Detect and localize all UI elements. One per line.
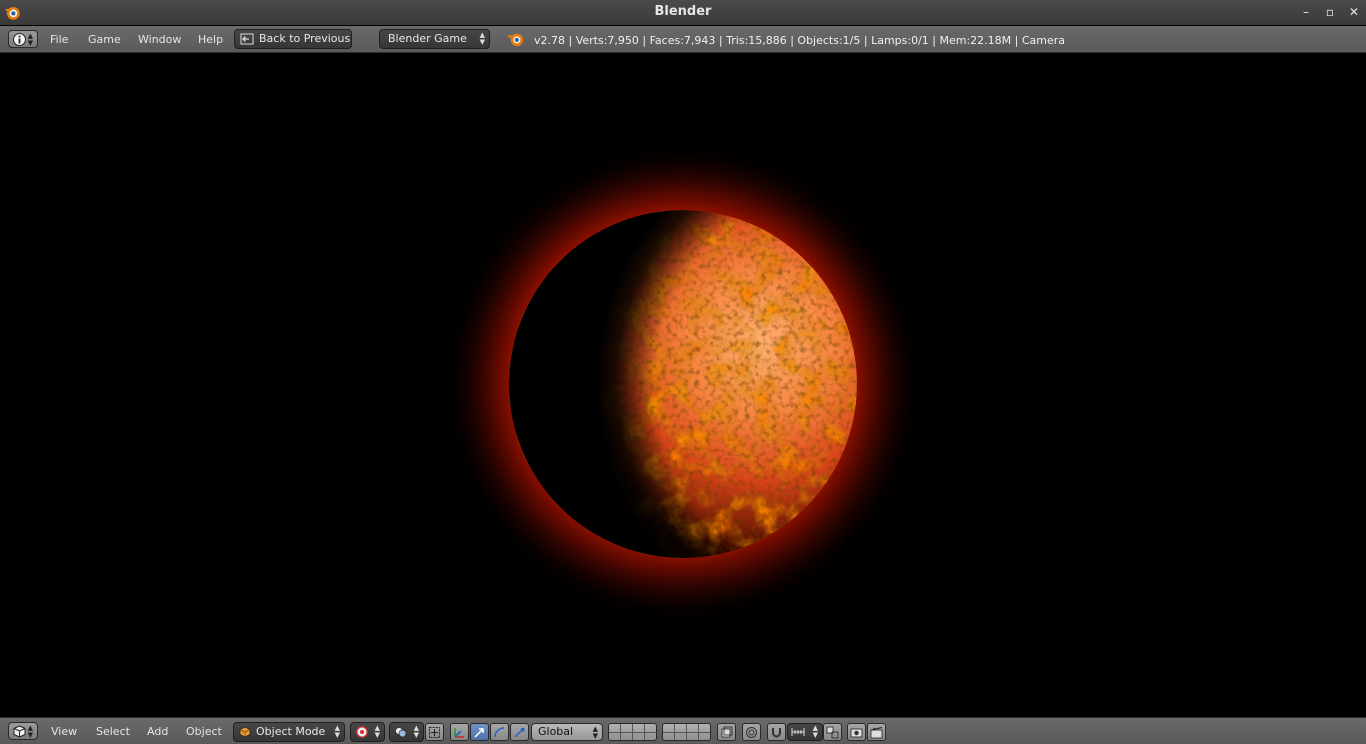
snap-target-button[interactable] <box>823 723 842 741</box>
layer-buttons-group-2[interactable] <box>662 723 711 741</box>
pivot-point-select[interactable]: ▲ ▼ <box>389 722 424 742</box>
updown-arrows-icon: ▲ ▼ <box>592 725 598 740</box>
translate-arrow-icon <box>474 728 484 738</box>
back-to-previous-button[interactable]: Back to Previous <box>234 29 352 49</box>
render-image-button[interactable] <box>847 723 866 741</box>
snap-element-select[interactable]: ▲ ▼ <box>787 723 823 741</box>
menu-add[interactable]: Add <box>147 725 168 738</box>
scale-icon <box>514 728 525 738</box>
updown-arrows-icon: ▲ ▼ <box>374 724 380 739</box>
rotate-manipulator-button[interactable] <box>470 723 489 741</box>
updown-arrows-icon: ▲ ▼ <box>812 724 818 739</box>
blender-logo-icon <box>508 33 524 47</box>
engine-select[interactable]: Blender Game ▲ ▼ <box>379 29 490 49</box>
mode-select[interactable]: Object Mode ▲ ▼ <box>233 722 345 742</box>
axis-arrows-icon <box>454 728 464 738</box>
updown-arrows-icon: ▲ ▼ <box>27 724 33 739</box>
menu-select[interactable]: Select <box>96 725 130 738</box>
menu-view[interactable]: View <box>51 725 77 738</box>
menu-object[interactable]: Object <box>186 725 222 738</box>
viewport-shading-select[interactable]: ▲ ▼ <box>350 722 385 742</box>
snap-toggle-button[interactable] <box>767 723 786 741</box>
3d-viewport[interactable] <box>0 53 1366 716</box>
updown-arrows-icon: ▲ ▼ <box>334 724 340 739</box>
updown-arrows-icon: ▲ ▼ <box>479 31 485 46</box>
camera-icon <box>850 728 863 738</box>
magnet-icon <box>772 728 781 738</box>
rotate-arc-icon <box>494 727 505 738</box>
editor-type-selector[interactable]: ▲ ▼ <box>8 722 38 740</box>
updown-arrows-icon: ▲ ▼ <box>27 32 33 47</box>
rotate-button[interactable] <box>490 723 509 741</box>
snap-target-icon <box>826 726 839 739</box>
transform-orientation-select[interactable]: Global ▲ ▼ <box>531 723 603 741</box>
manipulator-icon <box>429 727 440 738</box>
layer-buttons-group-1[interactable] <box>608 723 657 741</box>
menu-window[interactable]: Window <box>138 33 181 46</box>
manipulator-toggle-button[interactable] <box>425 723 444 741</box>
proportional-edit-icon <box>746 727 757 738</box>
proportional-editing-button[interactable] <box>742 723 761 741</box>
info-icon <box>13 33 26 46</box>
updown-arrows-icon: ▲ ▼ <box>413 724 419 739</box>
window-title: Blender <box>654 4 712 19</box>
3d-view-header: ▲ ▼ View Select Add Object Object Mode ▲ ▼… <box>0 717 1366 744</box>
transform-orientation-value: Global <box>538 725 574 738</box>
menu-game[interactable]: Game <box>88 33 121 46</box>
translate-manipulator-button[interactable] <box>450 723 469 741</box>
planet-render <box>443 144 923 624</box>
back-arrow-icon <box>240 33 254 45</box>
minimize-button[interactable]: – <box>1296 3 1316 22</box>
info-header: ▲ ▼ File Game Window Help Back to Previou… <box>0 26 1366 53</box>
planet-sphere <box>509 210 857 558</box>
menu-file[interactable]: File <box>50 33 68 46</box>
shading-sphere-icon <box>356 726 368 738</box>
pivot-point-icon <box>395 727 407 738</box>
layer-lock-button[interactable] <box>717 723 736 741</box>
editor-type-selector[interactable]: ▲ ▼ <box>8 30 38 48</box>
3d-view-cube-icon <box>13 725 26 738</box>
menu-help[interactable]: Help <box>198 33 223 46</box>
render-animation-button[interactable] <box>867 723 886 741</box>
close-button[interactable]: ✕ <box>1344 3 1364 22</box>
scene-statistics: v2.78 | Verts:7,950 | Faces:7,943 | Tris… <box>534 34 1066 47</box>
scale-button[interactable] <box>510 723 529 741</box>
object-mode-icon <box>239 726 251 738</box>
clapperboard-icon <box>870 727 883 739</box>
back-to-previous-label: Back to Previous <box>259 32 351 45</box>
snap-increment-icon <box>791 728 805 736</box>
window-titlebar: Blender – ▫ ✕ <box>0 0 1366 25</box>
maximize-button[interactable]: ▫ <box>1320 3 1340 22</box>
mode-select-value: Object Mode <box>256 725 326 738</box>
layers-icon <box>721 726 733 738</box>
engine-select-value: Blender Game <box>388 32 467 45</box>
